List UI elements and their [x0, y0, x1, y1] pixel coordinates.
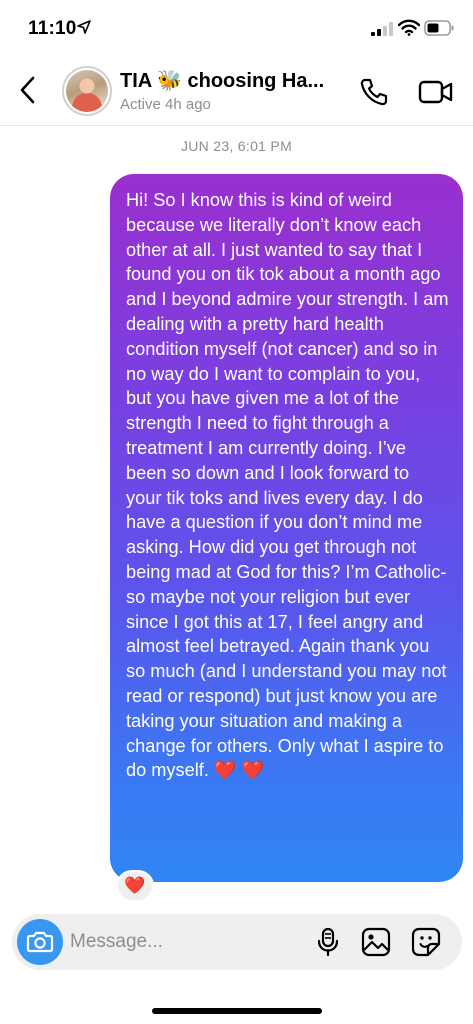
contact-name[interactable]: TIA 🐝 choosing Ha... [120, 68, 350, 93]
signal-icon [371, 22, 393, 36]
avatar-image [66, 70, 108, 112]
gallery-button[interactable] [360, 926, 392, 958]
message-input[interactable] [70, 914, 300, 970]
back-button[interactable] [14, 72, 44, 108]
status-bar: 11:10 [0, 0, 473, 56]
contact-avatar[interactable] [62, 66, 112, 116]
video-camera-icon [418, 80, 453, 104]
home-indicator [152, 1008, 322, 1014]
location-arrow-icon [77, 20, 91, 34]
battery-icon [424, 20, 454, 36]
sticker-icon [411, 927, 441, 957]
sent-message-bubble[interactable]: Hi! So I know this is kind of weird beca… [110, 174, 463, 882]
thread-header: TIA 🐝 choosing Ha... Active 4h ago [0, 56, 473, 126]
phone-icon [360, 78, 388, 106]
heart-reaction[interactable]: ❤️ [116, 870, 154, 902]
status-time: 11:10 [28, 18, 77, 39]
voice-message-button[interactable] [312, 926, 344, 958]
contact-active-status: Active 4h ago [120, 96, 211, 113]
message-timestamp: JUN 23, 6:01 PM [180, 138, 293, 154]
camera-icon [26, 931, 54, 953]
voice-call-button[interactable] [358, 76, 390, 108]
image-icon [361, 927, 391, 957]
back-chevron-icon [20, 76, 35, 104]
message-composer [12, 914, 462, 970]
microphone-icon [317, 927, 339, 957]
sticker-button[interactable] [410, 926, 442, 958]
wifi-icon [398, 19, 420, 36]
message-text: Hi! So I know this is kind of weird beca… [126, 190, 449, 781]
camera-button[interactable] [17, 919, 63, 965]
video-call-button[interactable] [418, 77, 454, 107]
